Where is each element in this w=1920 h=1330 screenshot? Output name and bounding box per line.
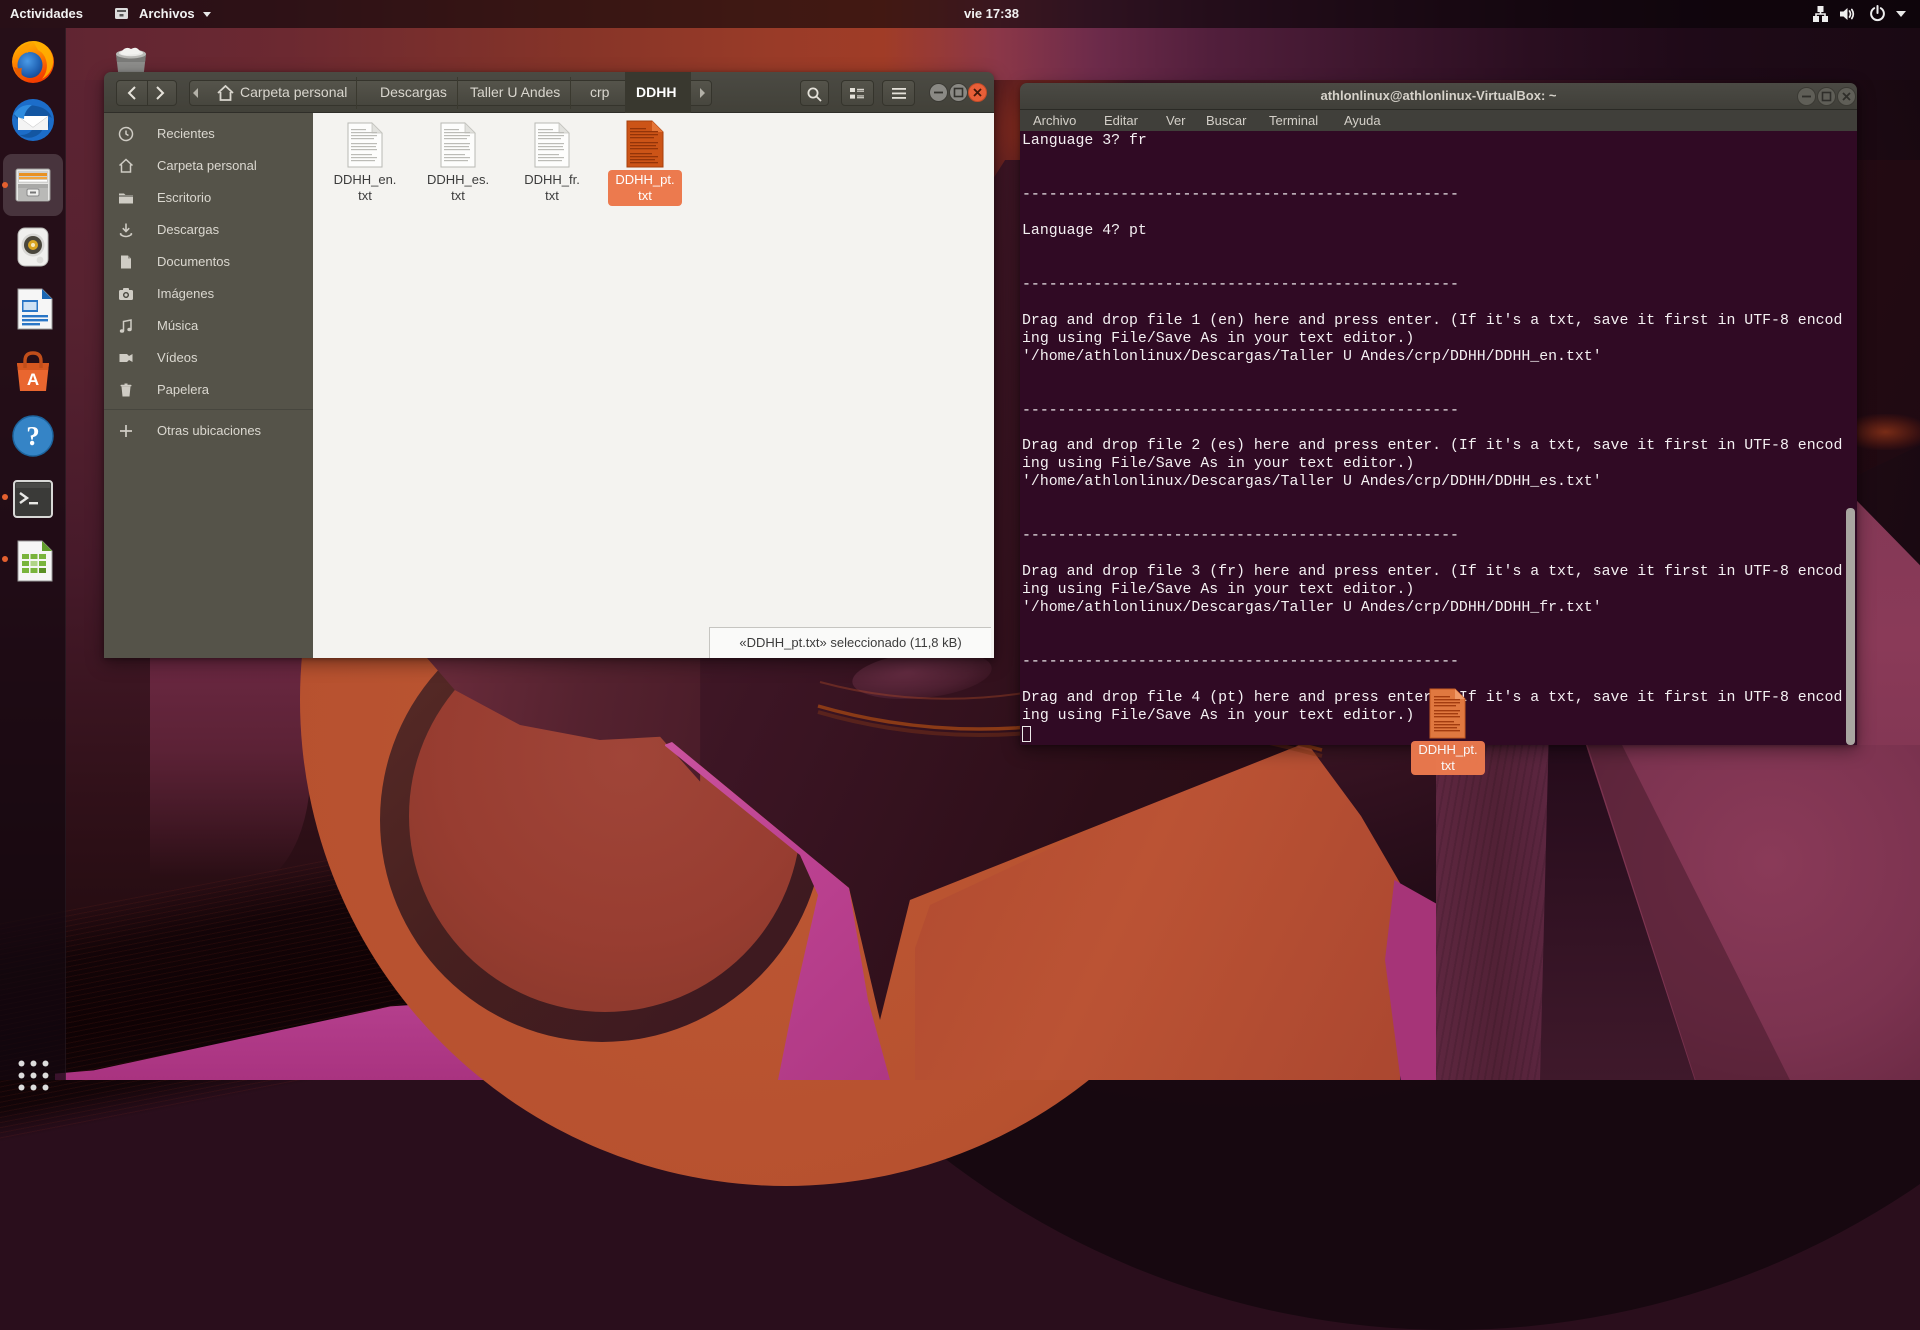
svg-text:?: ?	[26, 421, 40, 451]
svg-text:A: A	[27, 370, 39, 389]
